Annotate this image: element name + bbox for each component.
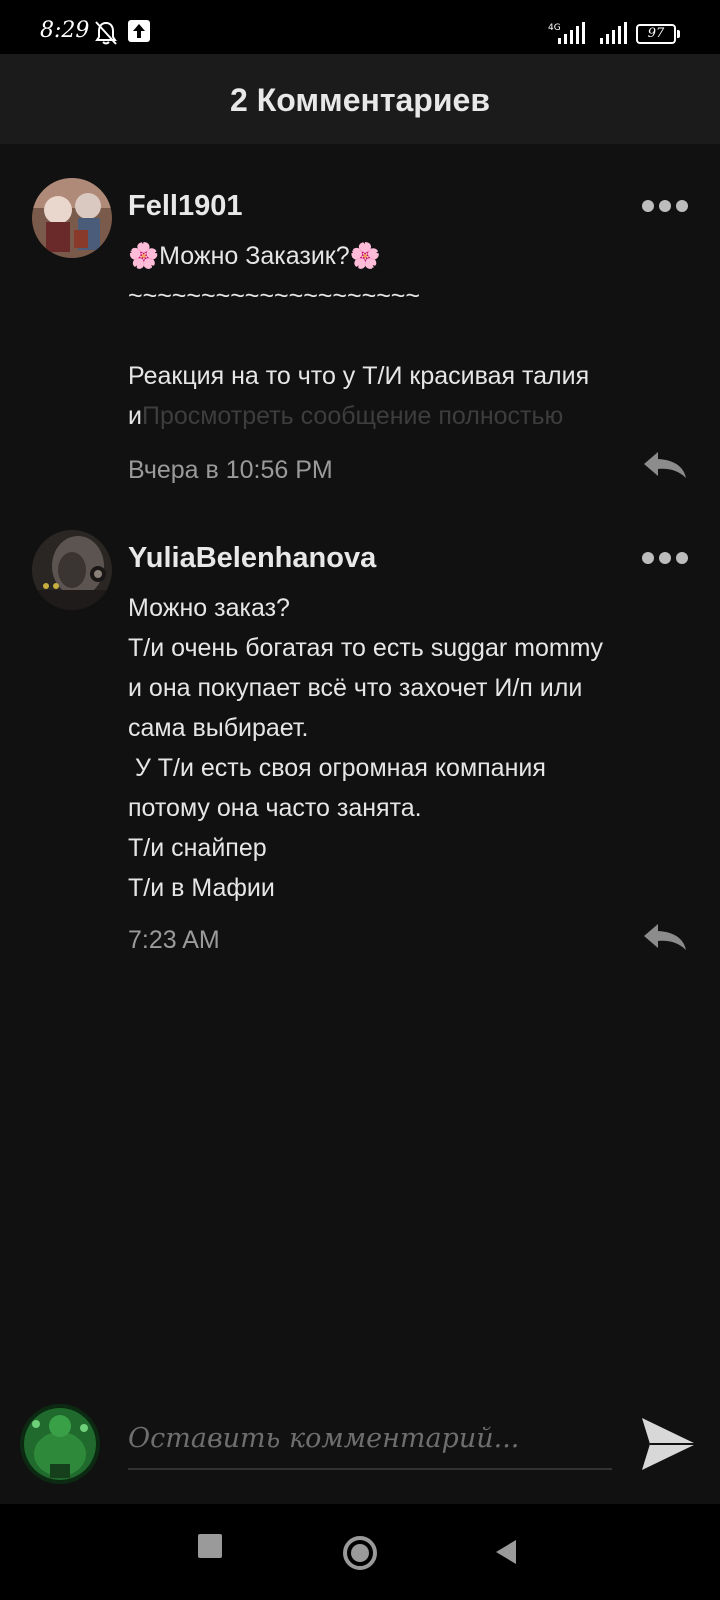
my-avatar	[20, 1404, 100, 1484]
comment-text: Можно заказ? Т/и очень богатая то есть s…	[128, 594, 603, 902]
send-icon[interactable]	[640, 1416, 698, 1472]
signal-icon: 4G	[548, 22, 585, 44]
reply-icon[interactable]	[642, 922, 688, 952]
navigation-bar	[0, 1504, 720, 1600]
reply-icon[interactable]	[642, 450, 688, 480]
page-title: 2 Комментариев	[230, 82, 490, 118]
battery-icon: 97	[636, 24, 680, 44]
bell-off-icon	[95, 21, 117, 45]
network-type-label: 4G	[548, 23, 561, 33]
avatar[interactable]	[32, 178, 112, 258]
status-time: 8:29	[40, 18, 90, 43]
comment-text: 🌸Можно Заказик?🌸 ~~~~~~~~~~~~~~~~~~~~ Ре…	[128, 236, 688, 436]
comment-composer	[0, 1384, 720, 1504]
avatar[interactable]	[32, 530, 112, 610]
more-options-icon[interactable]	[642, 552, 688, 564]
recent-apps-button[interactable]	[198, 1534, 222, 1558]
battery-level: 97	[636, 24, 676, 44]
comment-author[interactable]: Fell1901	[128, 190, 242, 223]
comment-author[interactable]: YuliaBelenhanova	[128, 542, 376, 575]
comments-header: 2 Комментариев	[0, 54, 720, 144]
upload-icon	[128, 20, 150, 42]
back-button[interactable]	[494, 1538, 518, 1566]
home-button[interactable]	[342, 1535, 378, 1571]
comment-time: Вчера в 10:56 PM	[128, 456, 333, 484]
more-options-icon[interactable]	[642, 200, 688, 212]
status-bar: 8:29 4G 97	[0, 0, 720, 54]
comment-input[interactable]	[128, 1408, 612, 1470]
view-full-message-link[interactable]: Просмотреть сообщение полностью	[142, 402, 563, 430]
signal-icon-2	[600, 22, 627, 44]
comment-time: 7:23 AM	[128, 926, 220, 954]
